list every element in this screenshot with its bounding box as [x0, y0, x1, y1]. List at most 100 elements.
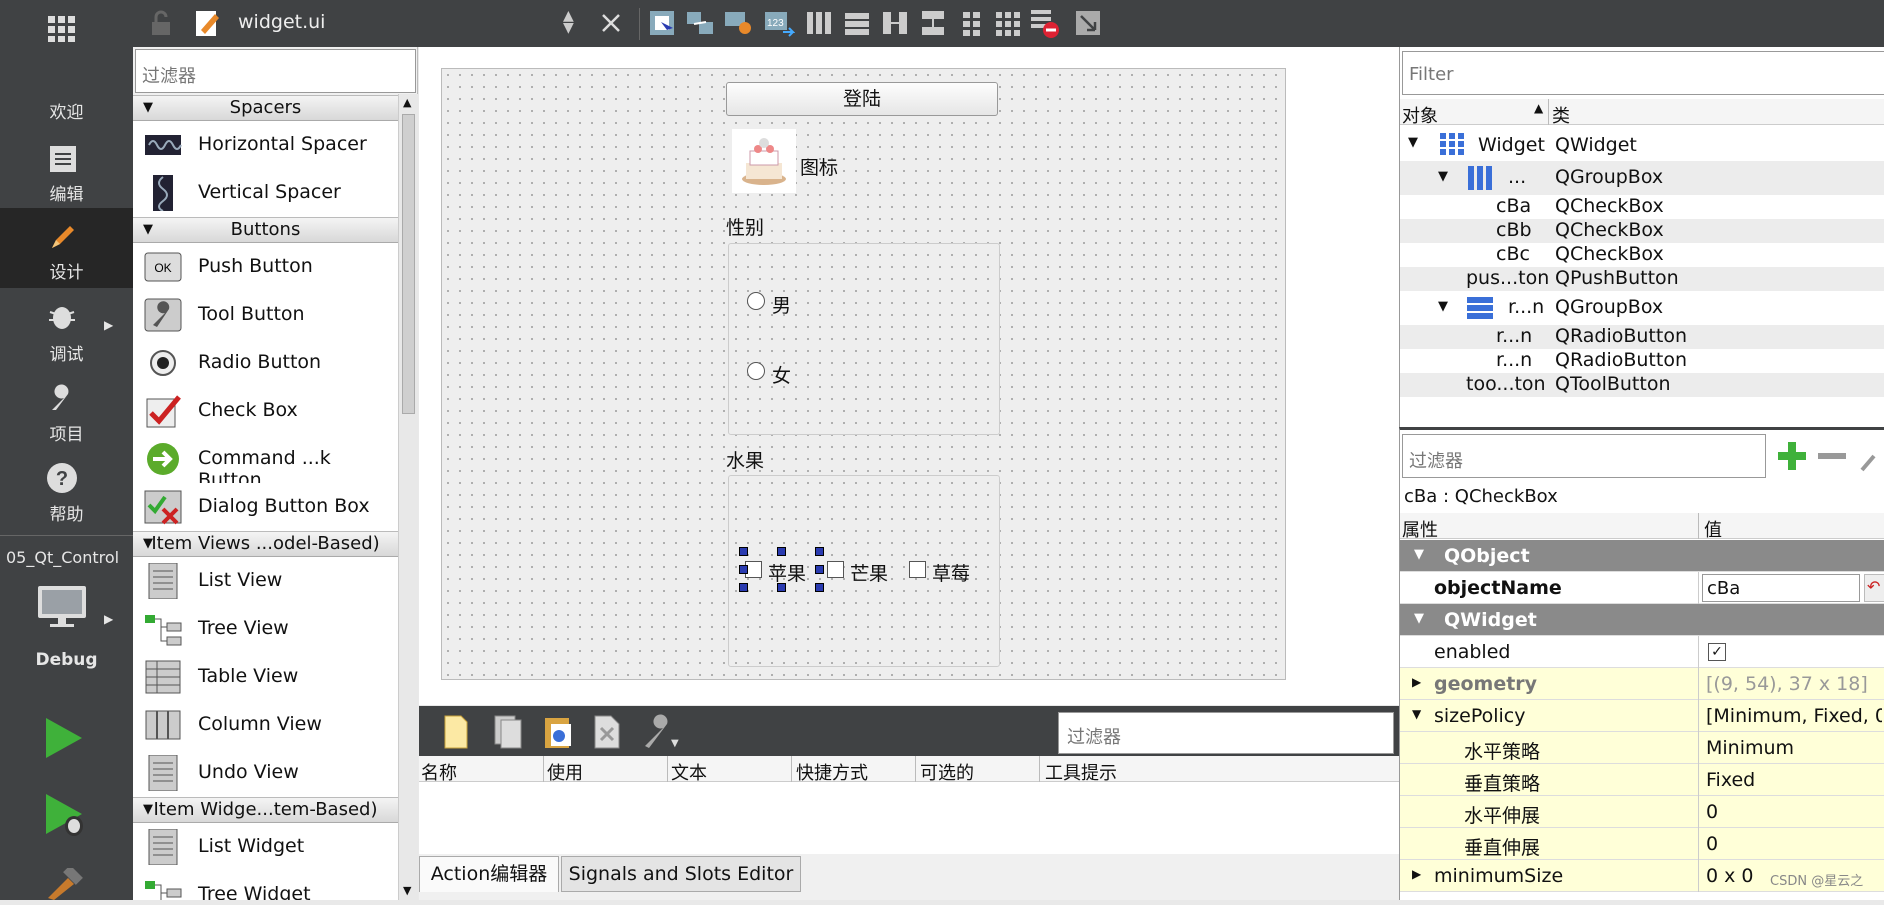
selection-handle[interactable]	[815, 565, 824, 574]
widget-item-tree-widget[interactable]: Tree Widget	[133, 871, 398, 900]
tool-button-image[interactable]	[732, 129, 796, 193]
form-widget[interactable]: 登陆 图标 性别 男 女 水果 苹果 芒果 草莓	[441, 68, 1286, 680]
category-item-views[interactable]: ▼ Item Views ...odel-Based)	[133, 531, 398, 557]
property-row-sizepolicy[interactable]: ▼ sizePolicy [Minimum, Fixed, 0...	[1400, 700, 1884, 732]
monitor-icon[interactable]	[36, 584, 88, 633]
configure-icon[interactable]	[1858, 438, 1884, 479]
widget-item-undo-view[interactable]: Undo View	[133, 749, 398, 797]
kit-selector-arrow-icon[interactable]: ▶	[104, 612, 113, 626]
category-spacers[interactable]: ▼ Spacers	[133, 95, 398, 121]
radio-male-label[interactable]: 男	[772, 291, 791, 318]
property-row-minimumsize[interactable]: ▶ minimumSize 0 x 0 CSDN @星云之	[1400, 860, 1884, 892]
radio-male[interactable]	[747, 292, 765, 310]
widget-item-list-widget[interactable]: List Widget	[133, 823, 398, 871]
tab-action-editor[interactable]: Action编辑器	[419, 856, 559, 892]
property-row-enabled[interactable]: enabled ✓	[1400, 636, 1884, 668]
splitter-horizontal-icon[interactable]	[881, 8, 909, 43]
selection-handle[interactable]	[815, 583, 824, 592]
property-group-qwidget[interactable]: ▼ QWidget	[1400, 604, 1884, 636]
widget-item-vertical-spacer[interactable]: Vertical Spacer	[133, 169, 398, 217]
tree-row[interactable]: too...ton QToolButton	[1400, 373, 1884, 397]
mode-help[interactable]: ? 帮助	[0, 450, 133, 530]
object-filter-input[interactable]: Filter	[1402, 51, 1884, 95]
widget-box-scrollbar[interactable]: ▲ ▼	[398, 94, 418, 900]
build-hammer-icon[interactable]	[44, 865, 84, 905]
layout-form-icon[interactable]	[959, 8, 985, 43]
tree-row[interactable]: pus...ton QPushButton	[1400, 267, 1884, 291]
enabled-checkbox[interactable]: ✓	[1708, 643, 1726, 661]
splitter-vertical-icon[interactable]	[919, 8, 947, 43]
widget-item-tree-view[interactable]: Tree View	[133, 605, 398, 653]
mode-projects[interactable]: 项目	[0, 370, 133, 450]
remove-property-icon[interactable]	[1814, 438, 1850, 479]
objectname-input[interactable]: cBa	[1702, 574, 1860, 602]
checkbox-strawberry[interactable]	[909, 561, 926, 578]
break-layout-icon[interactable]	[1029, 6, 1061, 45]
checkbox-apple-label[interactable]: 苹果	[768, 559, 806, 586]
scroll-down-icon[interactable]: ▼	[403, 884, 411, 897]
selection-handle[interactable]	[739, 565, 748, 574]
radio-female[interactable]	[747, 362, 765, 380]
widget-item-tool-button[interactable]: Tool Button	[133, 291, 398, 339]
adjust-size-icon[interactable]	[1073, 8, 1103, 43]
radio-female-label[interactable]: 女	[772, 361, 791, 388]
selection-handle[interactable]	[739, 583, 748, 592]
edit-widgets-icon[interactable]	[647, 8, 677, 43]
scrollbar-thumb[interactable]	[402, 114, 415, 414]
property-group-qobject[interactable]: ▼ QObject	[1400, 540, 1884, 572]
tree-row[interactable]: cBa QCheckBox	[1400, 195, 1884, 219]
property-row-geometry[interactable]: ▶ geometry [(9, 54), 37 x 18]	[1400, 668, 1884, 700]
debug-run-icon[interactable]	[44, 792, 86, 845]
tree-row[interactable]: r...n QRadioButton	[1400, 325, 1884, 349]
reset-icon[interactable]: ↶	[1864, 574, 1884, 602]
category-item-widgets[interactable]: ▼ Item Widge...tem-Based)	[133, 797, 398, 823]
file-title[interactable]: widget.ui	[238, 11, 325, 33]
widget-item-table-view[interactable]: Table View	[133, 653, 398, 701]
column-header[interactable]: 属性	[1402, 516, 1438, 542]
category-buttons[interactable]: ▼ Buttons	[133, 217, 398, 243]
action-table-body[interactable]	[419, 782, 1399, 854]
widget-filter-input[interactable]: 过滤器	[135, 49, 416, 93]
property-row-objectname[interactable]: objectName cBa ↶	[1400, 572, 1884, 604]
edit-signals-icon[interactable]	[685, 8, 715, 43]
mode-welcome[interactable]: 欢迎	[0, 0, 133, 123]
property-row-hstretch[interactable]: 水平伸展 0	[1400, 796, 1884, 828]
file-switch-arrows-icon[interactable]: ▲ ▼	[563, 9, 574, 35]
login-button[interactable]: 登陆	[726, 82, 998, 116]
mode-debug[interactable]: 调试 ▶	[0, 290, 133, 370]
lock-icon[interactable]	[149, 10, 173, 41]
layout-grid-icon[interactable]	[993, 8, 1023, 43]
mode-edit[interactable]: 编辑	[0, 130, 133, 210]
tree-row[interactable]: cBc QCheckBox	[1400, 243, 1884, 267]
tree-row[interactable]: ▼ ... QGroupBox	[1400, 161, 1884, 195]
property-row-vstretch[interactable]: 垂直伸展 0	[1400, 828, 1884, 860]
checkbox-mango[interactable]	[827, 561, 844, 578]
selection-handle[interactable]	[777, 547, 786, 556]
scroll-up-icon[interactable]: ▲	[403, 96, 411, 109]
selection-handle[interactable]	[777, 583, 786, 592]
widget-item-check-box[interactable]: Check Box	[133, 387, 398, 435]
selection-handle[interactable]	[815, 547, 824, 556]
widget-item-radio-button[interactable]: Radio Button	[133, 339, 398, 387]
layout-vertical-icon[interactable]	[843, 8, 871, 43]
property-row-vpolicy[interactable]: 垂直策略 Fixed	[1400, 764, 1884, 796]
run-icon[interactable]	[44, 716, 84, 765]
mode-design[interactable]: 设计	[0, 208, 133, 288]
project-name[interactable]: 05_Qt_Control	[6, 548, 119, 567]
widget-item-column-view[interactable]: Column View	[133, 701, 398, 749]
widget-item-dialog-button-box[interactable]: Dialog Button Box	[133, 483, 398, 531]
new-action-icon[interactable]	[441, 714, 471, 755]
checkbox-strawberry-label[interactable]: 草莓	[932, 559, 970, 586]
tree-row[interactable]: ▼ Widget QWidget	[1400, 129, 1884, 161]
tree-row[interactable]: cBb QCheckBox	[1400, 219, 1884, 243]
widget-item-command-link[interactable]: Command ...k Button	[133, 435, 398, 491]
tree-row[interactable]: ▼ r...n QGroupBox	[1400, 291, 1884, 325]
widget-item-list-view[interactable]: List View	[133, 557, 398, 605]
copy-action-icon[interactable]	[491, 714, 525, 755]
widget-item-push-button[interactable]: OK Push Button	[133, 243, 398, 291]
selection-handle[interactable]	[739, 547, 748, 556]
checkbox-mango-label[interactable]: 芒果	[850, 559, 888, 586]
column-header[interactable]: 值	[1704, 516, 1722, 542]
property-filter-input[interactable]: 过滤器	[1402, 434, 1766, 478]
delete-action-icon[interactable]	[591, 714, 623, 755]
